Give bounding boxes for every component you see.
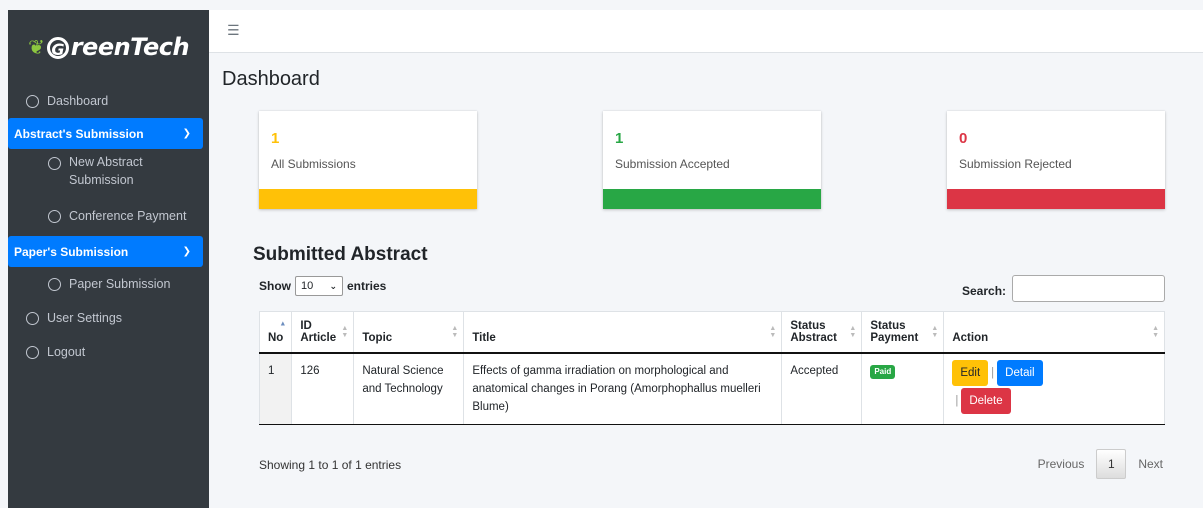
sort-icon: ▲ ▼: [769, 325, 777, 339]
circle-icon: [26, 311, 39, 325]
column-header-status-abstract[interactable]: Status Abstract ▲ ▼: [781, 311, 863, 354]
sort-icon: ▲ ▼: [451, 325, 459, 339]
leaf-icon: ❦: [27, 36, 45, 59]
cell-action: Edit | Detail | Delete: [943, 352, 1165, 425]
column-header-action[interactable]: Action ▲ ▼: [943, 311, 1165, 354]
circle-icon: [48, 277, 61, 291]
sort-icon: ▲ ▼: [849, 325, 857, 339]
chevron-down-icon: ❯: [182, 246, 191, 257]
status-badge: Paid: [870, 365, 896, 379]
chevron-down-icon: ❯: [182, 128, 191, 139]
sort-icon: ▲ ▼: [1152, 325, 1159, 339]
sort-asc-icon: ▲: [279, 320, 287, 328]
card-label: Submission Rejected: [959, 157, 1072, 171]
sidebar-item-abstract-submission[interactable]: Abstract's Submission ❯: [8, 118, 203, 149]
column-header-topic[interactable]: Topic ▲ ▼: [353, 311, 465, 354]
cell-status-abstract: Accepted: [781, 352, 863, 425]
circle-icon: [48, 209, 61, 223]
sidebar-item-new-abstract[interactable]: New Abstract Submission: [8, 149, 209, 199]
brand-name: GreenTech: [46, 33, 190, 61]
card-submission-accepted: 1 Submission Accepted: [603, 111, 821, 209]
entries-control: Show 10 ⌄ entries: [259, 276, 386, 296]
cell-title: Effects of gamma irradiation on morpholo…: [463, 352, 783, 425]
card-value: 1: [271, 130, 280, 147]
separator: |: [991, 367, 995, 379]
sort-icon: ▲ ▼: [931, 325, 939, 339]
column-header-id-article[interactable]: ID Article ▲ ▼: [291, 311, 355, 354]
submissions-table: No ▲ ID Article ▲ ▼ Topic ▲ ▼ Title ▲ ▼ Sta…: [258, 311, 1165, 425]
page-button-1[interactable]: 1: [1096, 449, 1127, 479]
pagination: Previous 1 Next: [1038, 449, 1163, 479]
separator: |: [955, 395, 959, 407]
delete-button[interactable]: Delete: [961, 388, 1011, 414]
sidebar-item-paper-submission-menu[interactable]: Paper's Submission ❯: [8, 236, 203, 267]
chevron-down-icon: ⌄: [329, 280, 337, 291]
edit-button[interactable]: Edit: [952, 360, 989, 386]
column-header-no[interactable]: No ▲: [258, 311, 293, 354]
topbar: ☰: [209, 10, 1203, 53]
column-header-status-payment[interactable]: Status Payment ▲ ▼: [861, 311, 945, 354]
hamburger-menu-icon[interactable]: ☰: [227, 22, 240, 39]
entries-select[interactable]: 10 ⌄: [295, 276, 343, 296]
next-button[interactable]: Next: [1138, 457, 1163, 471]
sort-icon: ▲ ▼: [341, 325, 349, 339]
card-color-bar: [603, 189, 821, 209]
sidebar-item-logout[interactable]: Logout: [8, 335, 209, 369]
sidebar-item-dashboard[interactable]: Dashboard: [8, 84, 209, 118]
sidebar-item-conference-payment[interactable]: Conference Payment: [8, 199, 209, 233]
cell-no: 1: [258, 352, 293, 425]
previous-button[interactable]: Previous: [1038, 457, 1085, 471]
search-label: Search:: [962, 284, 1007, 298]
cell-topic: Natural Science and Technology: [353, 352, 465, 425]
card-color-bar: [259, 189, 477, 209]
column-header-title[interactable]: Title ▲ ▼: [463, 311, 783, 354]
card-label: Submission Accepted: [615, 157, 730, 171]
card-all-submissions: 1 All Submissions: [259, 111, 477, 209]
brand-logo[interactable]: ❦ GreenTech: [8, 10, 209, 84]
table-info: Showing 1 to 1 of 1 entries: [259, 458, 402, 472]
sidebar-item-paper-submission[interactable]: Paper Submission: [8, 267, 209, 301]
card-label: All Submissions: [271, 157, 356, 171]
page-title: Dashboard: [222, 68, 320, 90]
detail-button[interactable]: Detail: [997, 360, 1043, 386]
cell-id: 126: [291, 352, 355, 425]
card-submission-rejected: 0 Submission Rejected: [947, 111, 1165, 209]
sidebar-item-user-settings[interactable]: User Settings: [8, 301, 209, 335]
circle-icon: [26, 94, 39, 108]
card-value: 1: [615, 130, 624, 147]
circle-icon: [26, 345, 39, 359]
cell-status-payment: Paid: [861, 352, 945, 425]
card-value: 0: [959, 130, 968, 147]
sidebar: ❦ GreenTech Dashboard Abstract's Submiss…: [8, 10, 209, 508]
circle-icon: [48, 157, 61, 170]
section-title: Submitted Abstract: [253, 244, 428, 265]
card-color-bar: [947, 189, 1165, 209]
table-row: 1 126 Natural Science and Technology Eff…: [258, 352, 1165, 425]
search-input[interactable]: [1012, 275, 1165, 302]
